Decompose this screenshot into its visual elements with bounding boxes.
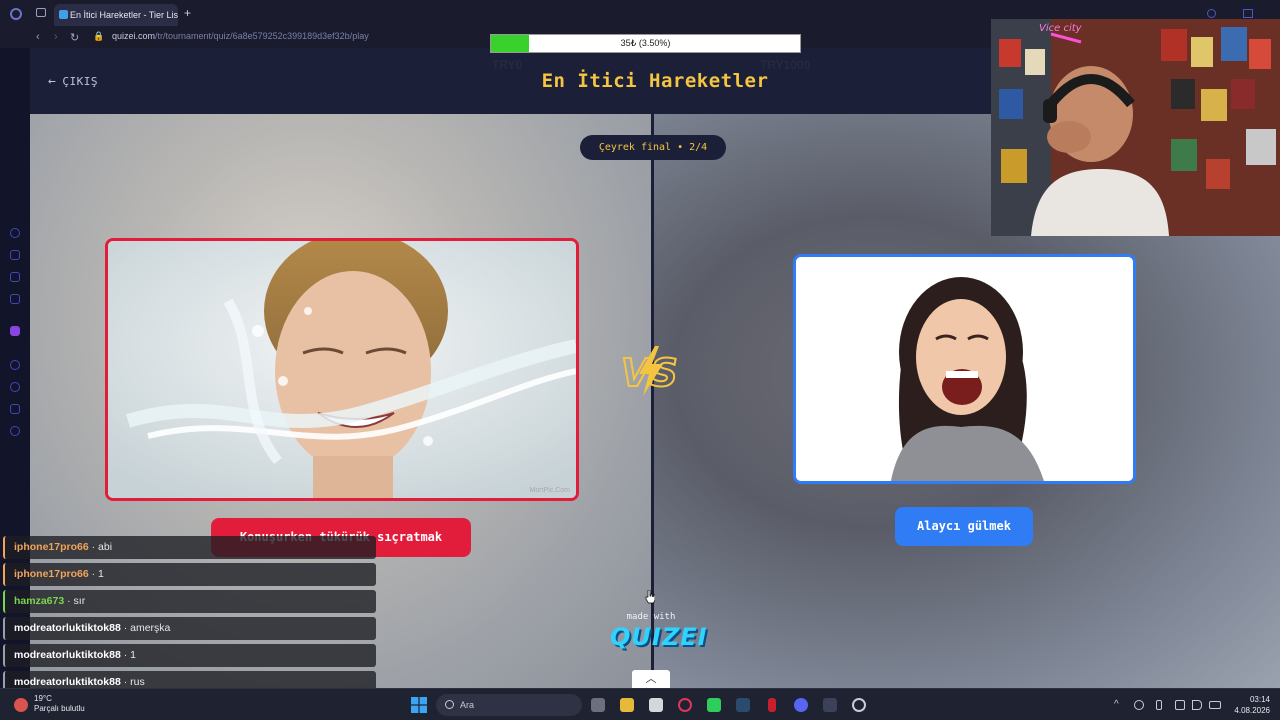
twitch-icon[interactable]: [10, 326, 20, 336]
opera-gx-icon[interactable]: [678, 698, 692, 712]
vs-lightning-icon: VS: [620, 346, 679, 396]
search-label: Ara: [460, 700, 475, 710]
stream-chat: iphone17pro66 · abi iphone17pro66 · 1 hamz…: [3, 536, 376, 698]
right-option-card[interactable]: [793, 254, 1136, 484]
webcam-feed-image: Vice city: [991, 19, 1280, 236]
image-watermark: MortPic.Com: [529, 487, 570, 494]
discord-icon[interactable]: [794, 698, 808, 712]
store-icon[interactable]: [649, 698, 663, 712]
chat-message: iphone17pro66 · 1: [3, 563, 376, 586]
donation-progress-bar: 35₺ (3.50%): [490, 34, 801, 53]
steam-icon[interactable]: [823, 698, 837, 712]
weather-icon[interactable]: [14, 698, 28, 712]
url-path: /tr/tournament/quiz/6a8e579252c399189d3e…: [155, 31, 369, 41]
tab-manager-icon[interactable]: [36, 8, 46, 17]
chat-separator: ·: [64, 595, 74, 607]
settings-icon[interactable]: [10, 426, 20, 436]
mouse-cursor-icon: [645, 590, 655, 604]
chat-username[interactable]: hamza673: [14, 595, 64, 607]
donation-progress-text: 35₺ (3.50%): [620, 38, 671, 48]
browser-logo-icon[interactable]: [10, 8, 22, 20]
left-option-card[interactable]: MortPic.Com: [105, 238, 579, 501]
chat-text: 1: [98, 568, 104, 580]
tab-favicon-icon: [59, 10, 68, 19]
chevron-up-icon[interactable]: ^: [1114, 699, 1119, 710]
whatsapp-icon[interactable]: [707, 698, 721, 712]
search-icon[interactable]: [1207, 9, 1216, 18]
chat-separator: ·: [88, 568, 99, 580]
steam-icon[interactable]: [736, 698, 750, 712]
tab-title: En İtici Hareketler - Tier List: [70, 10, 178, 20]
task-view-icon[interactable]: [591, 698, 605, 712]
chat-separator: ·: [120, 676, 131, 688]
reload-icon[interactable]: ↻: [70, 31, 79, 44]
right-option-label-button[interactable]: Alaycı gülmek: [895, 507, 1033, 546]
chat-separator: ·: [88, 541, 99, 553]
weather-widget[interactable]: 19°C Parçalı bulutlu: [34, 694, 85, 714]
clock-date: 4.08.2026: [1234, 706, 1270, 715]
woman-laughing-image: [796, 257, 1133, 481]
browser-tab[interactable]: En İtici Hareketler - Tier List: [54, 4, 178, 26]
back-icon[interactable]: ‹: [36, 31, 40, 43]
url-field[interactable]: quizei.com/tr/tournament/quiz/6a8e579252…: [112, 31, 369, 41]
quizei-logo[interactable]: QUIZEI: [610, 623, 707, 651]
chat-separator: ·: [120, 622, 131, 634]
streamer-webcam: Vice city: [991, 19, 1280, 236]
scroll-up-button[interactable]: ︿: [632, 670, 670, 688]
chat-username[interactable]: modreatorluktiktok88: [14, 649, 121, 661]
sidebar-app-icon[interactable]: [10, 250, 20, 260]
donation-min-label: TRY0: [492, 58, 523, 72]
app-icon[interactable]: [768, 698, 776, 712]
svg-text:Vice city: Vice city: [1039, 23, 1083, 34]
taskbar-search[interactable]: Ara: [436, 694, 582, 716]
volume-icon[interactable]: [1192, 700, 1202, 710]
windows-start-icon[interactable]: [411, 697, 427, 713]
chevron-up-icon: ︿: [645, 673, 657, 685]
extensions-icon[interactable]: [10, 404, 20, 414]
forward-icon[interactable]: ›: [54, 31, 58, 43]
chat-text: 1: [130, 649, 136, 661]
chat-message: modreatorluktiktok88 · amerşka: [3, 617, 376, 640]
round-badge: Çeyrek final • 2/4: [580, 135, 726, 160]
maximize-icon[interactable]: [1243, 9, 1253, 18]
made-with-text: made with: [626, 612, 676, 622]
chat-separator: ·: [120, 649, 131, 661]
chat-message: modreatorluktiktok88 · 1: [3, 644, 376, 667]
chat-message: hamza673 · sır: [3, 590, 376, 613]
chat-message: iphone17pro66 · abi: [3, 536, 376, 559]
taskbar-clock[interactable]: 03:14 4.08.2026: [1230, 694, 1270, 716]
file-explorer-icon[interactable]: [620, 698, 634, 712]
settings-icon[interactable]: [852, 698, 866, 712]
microphone-icon[interactable]: [1156, 700, 1162, 710]
clock-time: 03:14: [1249, 695, 1270, 704]
windows-taskbar: 19°C Parçalı bulutlu Ara ^ 03:14 4.08.20…: [0, 688, 1280, 720]
sidebar-app-icon[interactable]: [10, 360, 20, 370]
battery-icon[interactable]: [1209, 701, 1221, 709]
chat-username[interactable]: iphone17pro66: [14, 568, 89, 580]
sidebar-app-icon[interactable]: [10, 294, 20, 304]
sidebar-app-icon[interactable]: [10, 228, 20, 238]
url-domain: quizei.com: [112, 31, 156, 41]
chat-username[interactable]: modreatorluktiktok88: [14, 622, 121, 634]
history-icon[interactable]: [10, 382, 20, 392]
chat-text: sır: [73, 595, 86, 607]
network-icon[interactable]: [1175, 700, 1185, 710]
tray-app-icon[interactable]: [1134, 700, 1144, 710]
donation-max-label: TRY1000: [760, 58, 811, 72]
chat-text: amerşka: [130, 622, 171, 634]
chat-text: rus: [130, 676, 145, 688]
search-icon: [445, 700, 454, 709]
lock-icon: 🔒: [93, 31, 105, 41]
woman-water-splash-image: [108, 241, 576, 498]
weather-desc: Parçalı bulutlu: [34, 704, 85, 713]
new-tab-button[interactable]: +: [184, 6, 191, 20]
chat-text: abi: [98, 541, 113, 553]
sidebar-app-icon[interactable]: [10, 272, 20, 282]
chat-username[interactable]: iphone17pro66: [14, 541, 89, 553]
weather-temp: 19°C: [34, 694, 52, 703]
chat-username[interactable]: modreatorluktiktok88: [14, 676, 121, 688]
